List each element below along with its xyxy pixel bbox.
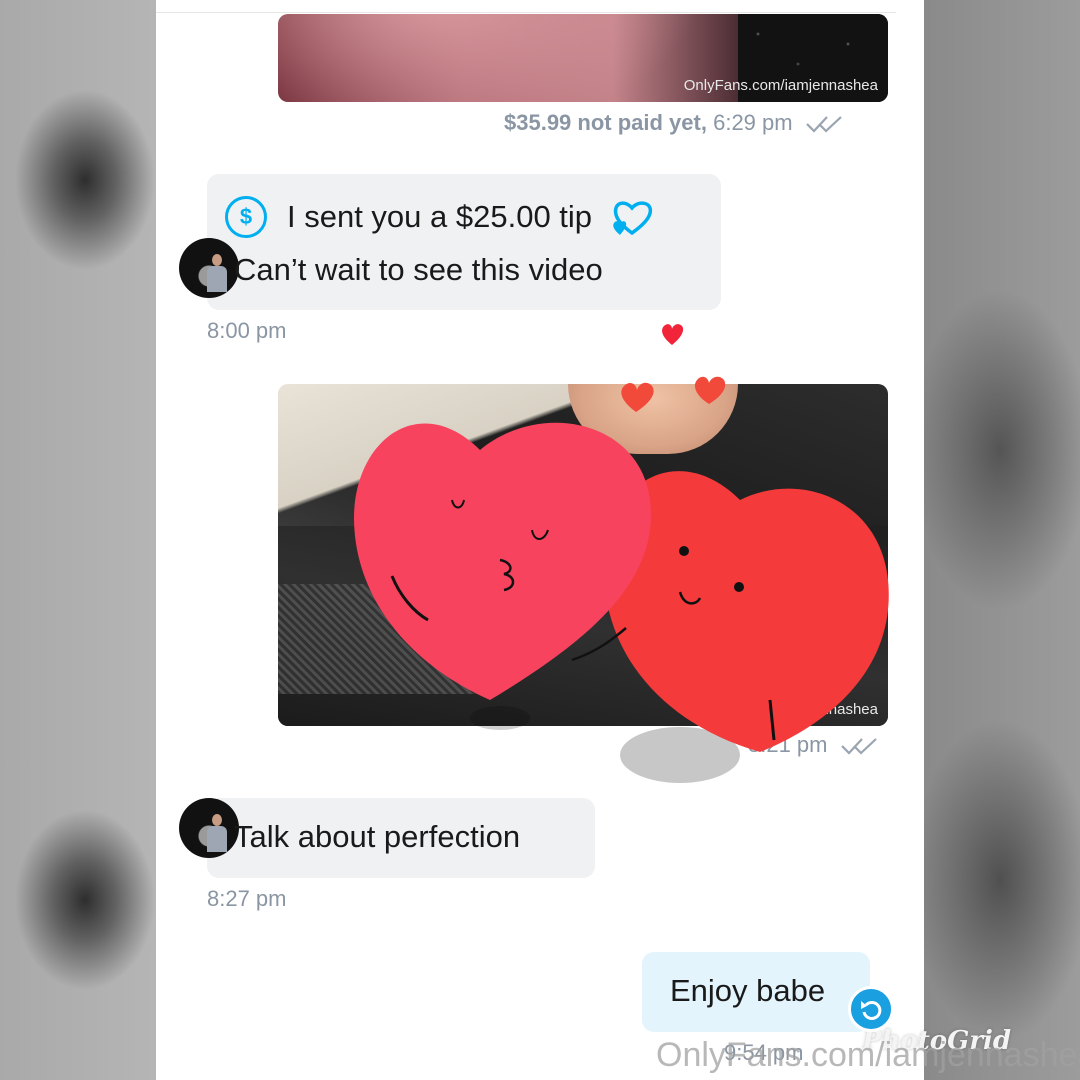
heart-stickers: [353, 324, 889, 783]
resend-icon[interactable]: [848, 986, 894, 1032]
onlyfans-watermark: OnlyFans.com/iamjennashea: [656, 1036, 1080, 1074]
